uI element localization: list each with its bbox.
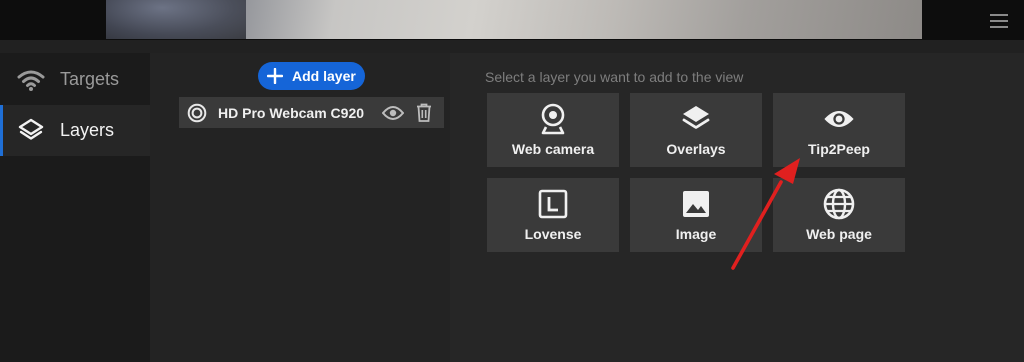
wifi-icon [16,65,46,95]
sidebar-item-label: Layers [60,120,115,140]
lovense-icon [537,188,569,220]
tile-label: Tip2Peep [808,141,870,157]
add-layer-button[interactable]: Add layer [258,62,365,90]
tile-tip2peep[interactable]: Tip2Peep [773,93,905,167]
tile-web-page[interactable]: Web page [773,178,905,252]
hamburger-menu-icon[interactable] [986,10,1012,32]
tile-web-camera[interactable]: Web camera [487,93,619,167]
add-layer-label: Add layer [292,68,356,84]
tile-label: Overlays [666,141,726,157]
sidebar-item-targets[interactable]: Targets [0,54,150,105]
tile-label: Lovense [524,226,582,242]
sidebar-item-layers[interactable]: Layers [0,105,150,156]
eye-icon [823,103,855,135]
tile-label: Web camera [511,141,595,157]
video-preview [106,0,922,39]
layers-icon [16,116,46,146]
delete-trash-icon[interactable] [413,102,435,124]
tile-label: Web page [806,226,872,242]
layers-icon [680,103,712,135]
layer-name: HD Pro Webcam C920 [218,104,365,121]
tile-lovense[interactable]: Lovense [487,178,619,252]
image-icon [680,188,712,220]
top-bar [0,0,1024,40]
sidebar-item-label: Targets [60,69,120,89]
globe-icon [823,188,855,220]
tile-image[interactable]: Image [630,178,762,252]
layer-item[interactable]: HD Pro Webcam C920 [179,97,444,128]
sidebar: Targets Layers [0,53,150,362]
visibility-eye-icon[interactable] [382,102,404,124]
tile-overlays[interactable]: Overlays [630,93,762,167]
tile-label: Image [675,226,717,242]
webcam-source-icon [187,103,207,122]
picker-hint: Select a layer you want to add to the vi… [485,69,744,85]
plus-icon [267,68,283,84]
webcam-icon [537,103,569,135]
